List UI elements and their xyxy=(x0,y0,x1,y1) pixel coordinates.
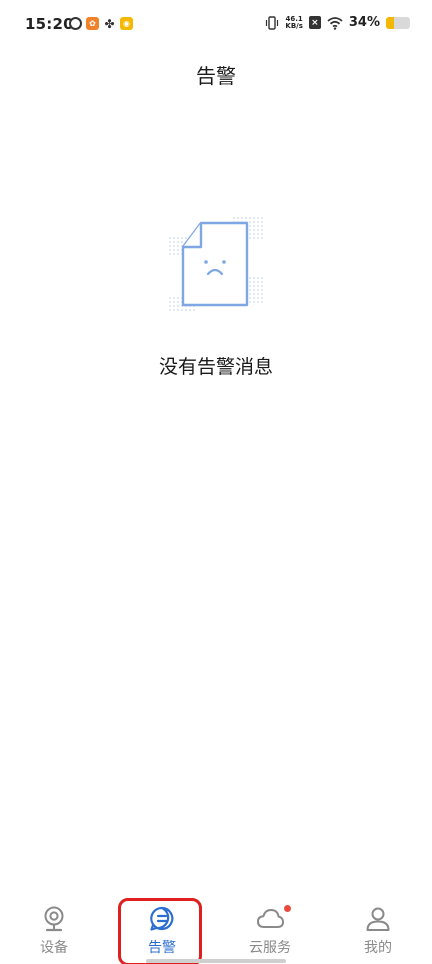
status-time: 15:20 xyxy=(25,15,74,33)
nav-item-profile[interactable]: 我的 xyxy=(324,895,432,964)
empty-state-message: 没有告警消息 xyxy=(158,356,273,378)
pinwheel-app-icon: ✤ xyxy=(103,16,116,31)
nav-label-devices: 设备 xyxy=(40,940,68,956)
battery-percent: 34% xyxy=(348,15,380,30)
notification-badge xyxy=(284,905,291,912)
cloud-icon xyxy=(257,909,284,928)
orange-app-icon: ✿ xyxy=(86,17,99,30)
nav-label-cloud-service: 云服务 xyxy=(249,940,291,956)
no-sim-icon: × xyxy=(308,16,321,29)
person-icon xyxy=(366,907,390,931)
swirl-app-icon xyxy=(69,17,82,30)
status-right: 46.1 KB/s × 34% xyxy=(265,15,410,30)
vibrate-icon xyxy=(266,15,279,30)
nav-item-devices[interactable]: 设备 xyxy=(0,895,108,964)
nav-label-profile: 我的 xyxy=(364,940,392,956)
battery-level-fill xyxy=(386,16,395,29)
bottom-nav: 设备 告警 云服务 我的 xyxy=(0,895,432,964)
wifi-icon xyxy=(327,16,343,30)
battery-icon xyxy=(386,16,410,29)
page-title: 告警 xyxy=(196,64,236,88)
sad-document-icon xyxy=(167,215,265,311)
alarm-screen: 15:20 ✿ ✤ ◉ 46.1 KB/s × 34% 告警 没有告警消息 设备… xyxy=(0,0,432,964)
network-speed: 46.1 KB/s xyxy=(285,15,303,30)
nav-item-cloud-service[interactable]: 云服务 xyxy=(216,895,324,964)
highlight-box xyxy=(118,898,202,964)
status-bar: 15:20 ✿ ✤ ◉ 46.1 KB/s × 34% xyxy=(0,0,432,52)
weibo-icon: ◉ xyxy=(120,17,133,30)
network-speed-unit: KB/s xyxy=(285,21,303,30)
notification-icons: ✿ ✤ ◉ xyxy=(69,16,133,31)
camera-icon xyxy=(44,906,64,932)
nav-item-alarms[interactable]: 告警 xyxy=(108,895,216,964)
home-indicator[interactable] xyxy=(146,959,286,963)
